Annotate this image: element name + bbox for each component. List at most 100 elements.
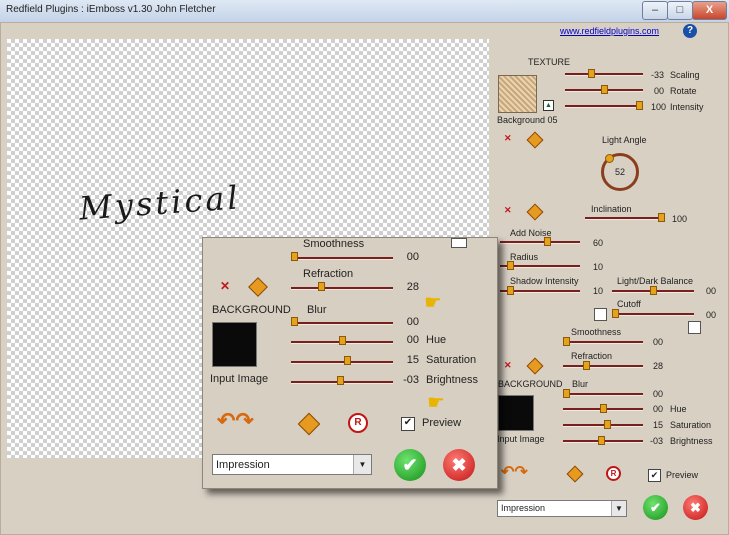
texture-browse-icon[interactable]: ▲ xyxy=(543,100,554,111)
zoom-bg-random-icon[interactable] xyxy=(248,277,268,297)
smoothness-slider[interactable] xyxy=(563,337,643,346)
zoom-saturation-slider[interactable] xyxy=(291,356,393,365)
window-title: Redfield Plugins : iEmboss v1.30 John Fl… xyxy=(6,4,216,15)
zoom-reset-all-button[interactable]: R xyxy=(348,413,368,433)
refraction-slider[interactable] xyxy=(563,361,643,370)
smoothness-label: Smoothness xyxy=(571,327,622,337)
zoom-hue-value: 00 xyxy=(406,334,419,346)
zoom-dropdown-arrow-icon: ▼ xyxy=(353,455,371,474)
zoom-preview-checkbox[interactable]: ✔ xyxy=(401,417,415,431)
texture-thumbnail[interactable] xyxy=(498,75,537,113)
zoom-hue-slider[interactable] xyxy=(291,336,393,345)
brightness-label: Brightness xyxy=(670,436,713,446)
zoom-bg-reset-icon[interactable]: ✕ xyxy=(220,279,230,293)
shadow-intensity-slider[interactable] xyxy=(500,286,580,295)
zoom-refraction-value: 28 xyxy=(406,281,419,293)
minimize-button[interactable]: – xyxy=(642,1,668,20)
preview-label: Preview xyxy=(666,470,699,480)
zoom-smoothness-value: 00 xyxy=(406,251,419,263)
brightness-value: -03 xyxy=(649,436,663,446)
zoom-brightness-label: Brightness xyxy=(426,374,478,386)
texture-name: Background 05 xyxy=(497,115,558,125)
zoom-preset-dropdown[interactable]: Impression ▼ xyxy=(212,454,372,475)
blur-label: Blur xyxy=(572,379,589,389)
zoom-brightness-slider[interactable] xyxy=(291,376,393,385)
input-image-swatch[interactable] xyxy=(498,395,534,431)
zoom-brightness-value: -03 xyxy=(403,374,419,386)
cutoff-label: Cutoff xyxy=(617,299,641,309)
background-label: BACKGROUND xyxy=(498,379,563,389)
intensity-slider[interactable] xyxy=(565,101,643,110)
cutoff-slider[interactable] xyxy=(612,309,694,318)
zoom-saturation-label: Saturation xyxy=(426,354,477,366)
close-button[interactable]: X xyxy=(692,1,727,20)
zoom-input-image-swatch[interactable] xyxy=(212,322,257,367)
zoom-global-random-icon[interactable] xyxy=(297,412,321,436)
light-angle-value: 52 xyxy=(614,167,625,177)
balance-label: Light/Dark Balance xyxy=(617,276,694,286)
ok-button[interactable]: ✔ xyxy=(643,495,668,520)
preset-dropdown[interactable]: Impression ▼ xyxy=(497,500,627,517)
preset-value: Impression xyxy=(501,503,546,513)
zoomed-panel: Smoothness 00 ✕ Refraction 28 ☛ BACKGROU… xyxy=(202,237,498,489)
zoom-blur-slider[interactable] xyxy=(291,317,393,326)
maximize-button[interactable]: □ xyxy=(667,1,693,20)
zoom-preview-label: Preview xyxy=(422,417,462,429)
zoom-smoothness-slider[interactable] xyxy=(291,252,393,261)
intensity-label: Intensity xyxy=(670,102,704,112)
zoom-blur-label: Blur xyxy=(307,304,327,316)
dropdown-arrow-icon: ▼ xyxy=(611,501,626,516)
zoom-undo-redo-arrows-icon[interactable]: ↶↷ xyxy=(217,408,254,434)
bg-reset-icon[interactable]: ✕ xyxy=(504,360,512,371)
refraction-value: 28 xyxy=(652,361,663,371)
zoom-saturation-value: 15 xyxy=(406,354,419,366)
saturation-slider[interactable] xyxy=(563,420,643,429)
cutoff-color-box[interactable] xyxy=(688,321,701,334)
balance-value: 00 xyxy=(705,286,716,296)
radius-slider[interactable] xyxy=(500,261,580,270)
hue-label: Hue xyxy=(670,404,687,414)
scaling-value: -33 xyxy=(650,70,664,80)
reset-all-button[interactable]: R xyxy=(606,466,621,481)
undo-redo-arrows-icon[interactable]: ↶↷ xyxy=(501,462,528,482)
radius-label: Radius xyxy=(510,252,539,262)
shadow-intensity-value: 10 xyxy=(592,286,603,296)
blur-value: 00 xyxy=(652,389,663,399)
refraction-label: Refraction xyxy=(571,351,613,361)
radius-value: 10 xyxy=(592,262,603,272)
help-icon[interactable]: ? xyxy=(683,24,697,38)
zoom-input-image-label: Input Image xyxy=(210,373,269,385)
inclination-label: Inclination xyxy=(591,204,632,214)
zoom-color-box[interactable] xyxy=(451,238,467,248)
hue-slider[interactable] xyxy=(563,404,643,413)
light-reset-icon[interactable]: ✕ xyxy=(504,205,512,216)
balance-slider[interactable] xyxy=(612,286,694,295)
cutoff-checkbox[interactable] xyxy=(594,308,607,321)
website-link[interactable]: www.redfieldplugins.com xyxy=(560,26,659,36)
light-angle-dial[interactable]: 52 xyxy=(601,153,639,191)
blur-slider[interactable] xyxy=(563,389,643,398)
rotate-slider[interactable] xyxy=(565,85,643,94)
shadow-intensity-label: Shadow Intensity xyxy=(510,276,579,286)
scaling-slider[interactable] xyxy=(565,69,643,78)
cancel-button[interactable]: ✖ xyxy=(683,495,708,520)
inclination-slider[interactable] xyxy=(585,213,665,222)
zoom-refraction-slider[interactable] xyxy=(291,282,393,291)
texture-reset-icon[interactable]: ✕ xyxy=(504,133,512,144)
zoom-background-label: BACKGROUND xyxy=(212,304,291,316)
cutoff-value: 00 xyxy=(705,310,716,320)
smoothness-value: 00 xyxy=(652,337,663,347)
texture-label: TEXTURE xyxy=(528,57,571,67)
preview-checkbox[interactable]: ✔ xyxy=(648,469,661,482)
rotate-value: 00 xyxy=(653,86,664,96)
title-bar: Redfield Plugins : iEmboss v1.30 John Fl… xyxy=(0,0,729,23)
rotate-label: Rotate xyxy=(670,86,697,96)
inclination-value: 100 xyxy=(671,214,687,224)
brightness-slider[interactable] xyxy=(563,436,643,445)
add-noise-slider[interactable] xyxy=(500,237,580,246)
zoom-ok-button[interactable]: ✔ xyxy=(394,449,426,481)
zoom-smoothness-label: Smoothness xyxy=(303,238,365,250)
zoom-preset-value: Impression xyxy=(216,459,270,471)
zoom-cancel-button[interactable]: ✖ xyxy=(443,449,475,481)
hue-value: 00 xyxy=(652,404,663,414)
